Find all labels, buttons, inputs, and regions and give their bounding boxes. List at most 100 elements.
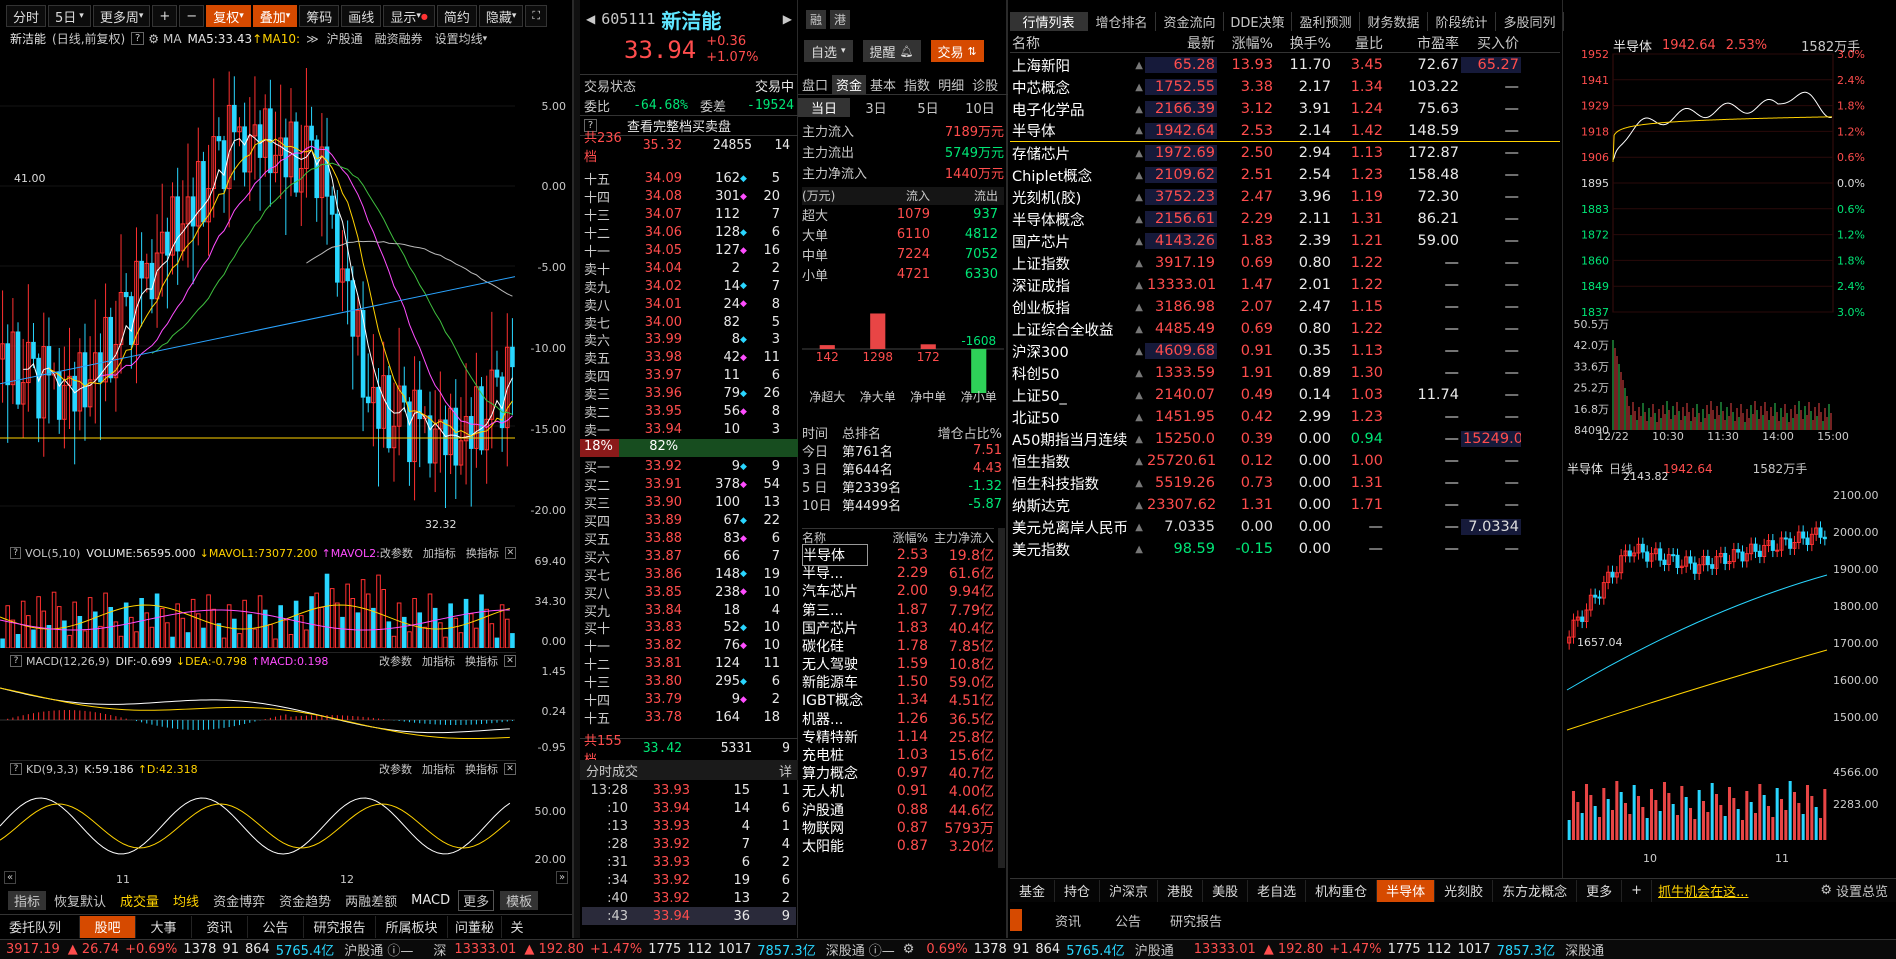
overlay-button[interactable]: 叠加 ▾ — [252, 5, 298, 27]
sector-head-cell[interactable]: 涨幅% — [868, 529, 928, 546]
hide-button[interactable]: 隐藏 ▾ — [478, 5, 524, 27]
expand-icon[interactable]: ≫ — [306, 32, 319, 46]
r-hgt-label[interactable]: 沪股通 — [1135, 940, 1174, 959]
market-row[interactable]: 国产芯片 ▲ 4143.26 1.83 2.39 1.21 59.00 — — [1010, 230, 1560, 252]
gear-icon[interactable]: ⚙ — [148, 32, 159, 46]
edit-params-link[interactable]: 改参数 — [379, 761, 412, 777]
zoom-in-button[interactable]: + — [152, 5, 178, 27]
bell-icon[interactable]: ▲ — [1135, 346, 1143, 357]
tab-detail[interactable]: 明细 — [934, 75, 968, 94]
bell-icon[interactable]: ▲ — [1135, 60, 1143, 71]
tab-index[interactable]: 指数 — [900, 75, 934, 94]
badge-gang[interactable]: 港 — [830, 10, 851, 29]
sz-index[interactable]: 13333.01 — [454, 942, 516, 957]
tab-r-research[interactable]: 研究报告 — [1158, 911, 1234, 930]
sh-index[interactable]: 3917.19 — [6, 942, 60, 957]
order-row[interactable]: 买十 33.83 52 ◆ 10 — [584, 619, 794, 637]
market-head-cell[interactable]: 买入价 — [1461, 33, 1521, 53]
bottom-tab[interactable]: + — [1622, 879, 1653, 902]
tab-guba[interactable]: 股吧 — [80, 915, 136, 938]
sector-row[interactable]: 太阳能 0.87 3.20亿 — [802, 837, 994, 855]
tab-fenshi[interactable]: 分时 — [6, 5, 47, 27]
market-tab[interactable]: 阶段统计 — [1428, 11, 1496, 31]
scroll-right-icon[interactable]: » — [556, 871, 569, 884]
tab-funds[interactable]: 资金 — [832, 75, 867, 94]
order-row[interactable]: 买七 33.86 148 ◆ 19 — [584, 565, 794, 584]
bell-icon[interactable]: ▲ — [1135, 302, 1143, 313]
sector-row[interactable]: 沪股通 0.88 44.6亿 — [802, 801, 994, 819]
market-row[interactable]: 美元兑离岸人民币 ▲ 7.0335 0.00 0.00— —7.0334 — [1010, 516, 1560, 538]
close-icon[interactable]: ✕ — [504, 763, 516, 775]
bottom-tab[interactable]: 基金 — [1010, 879, 1056, 902]
promo-link[interactable]: 抓牛机会在这... — [1658, 881, 1778, 900]
market-row[interactable]: 美元指数 ▲ 98.59 -0.15 0.00 — — — — [1010, 538, 1560, 560]
order-row[interactable]: 卖九 34.02 14 ◆ 7 — [584, 277, 794, 296]
tab-r-notice[interactable]: 公告 — [1098, 911, 1158, 930]
tab-r-news[interactable]: 资讯 — [1038, 911, 1098, 930]
tab-margin-diff[interactable]: 两融差额 — [339, 891, 403, 910]
market-tab[interactable]: 盈利预测 — [1292, 11, 1360, 31]
market-tab[interactable]: 资金流向 — [1156, 11, 1224, 31]
market-tab[interactable]: 行情列表 — [1010, 11, 1088, 31]
market-head-cell[interactable]: 市盈率 — [1385, 33, 1461, 53]
market-row[interactable]: 上证50_ ▲ 2140.07 0.49 0.14 1.03 11.74 — — [1010, 384, 1560, 406]
bell-icon[interactable]: ▲ — [1135, 104, 1143, 115]
market-head-cell[interactable]: 最新 — [1145, 33, 1217, 53]
display-button[interactable]: 显示 ▾ ● — [383, 5, 435, 27]
bell-icon[interactable]: ▲ — [1135, 324, 1143, 335]
simple-button[interactable]: 简约 — [436, 5, 477, 27]
bottom-tab[interactable]: 机构重仓 — [1306, 879, 1378, 902]
order-row[interactable]: 十二 33.81 124 11 — [584, 655, 794, 673]
market-tab[interactable]: 增仓排名 — [1088, 11, 1156, 31]
help-icon[interactable]: ⓘ— — [869, 940, 895, 959]
kd-chart[interactable] — [0, 778, 520, 873]
badge-rong[interactable]: 融 — [806, 10, 827, 29]
bell-icon[interactable]: ▲ — [1135, 500, 1143, 511]
bell-icon[interactable]: ▲ — [1135, 368, 1143, 379]
bell-icon[interactable]: ▲ — [1135, 478, 1143, 489]
bell-icon[interactable]: ▲ — [1135, 258, 1143, 269]
bottom-tab[interactable]: 港股 — [1158, 879, 1204, 902]
market-row[interactable]: 半导体概念 ▲ 2156.61 2.29 2.11 1.31 86.21 — — [1010, 208, 1560, 230]
sector-head-cell[interactable]: 主力净流入 — [928, 529, 994, 546]
help-icon[interactable]: ? — [10, 655, 22, 667]
tab-fund-trend[interactable]: 资金趋势 — [273, 891, 337, 910]
mini-daily-chart[interactable]: 2100.00 2000.00 1900.00 1800.00 1700.00 1600.… — [1563, 470, 1896, 880]
edit-params-link[interactable]: 改参数 — [380, 545, 413, 561]
market-row[interactable]: 上证指数 ▲ 3917.19 0.69 0.80 1.22 — — — [1010, 252, 1560, 274]
market-row[interactable]: 中芯概念 ▲ 1752.55 3.38 2.17 1.34 103.22 — — [1010, 76, 1560, 98]
add-indicator-link[interactable]: 加指标 — [423, 545, 456, 561]
bell-icon[interactable]: ▲ — [1135, 456, 1143, 467]
kline-chart[interactable] — [0, 48, 572, 548]
order-row[interactable]: 十五 34.09 162 ◆ 5 — [584, 170, 794, 188]
help-icon[interactable]: ⓘ— — [387, 940, 413, 959]
bell-icon[interactable]: ▲ — [1135, 434, 1143, 445]
tab-sectors[interactable]: 所属板块 — [376, 915, 448, 938]
macd-chart[interactable] — [0, 668, 520, 756]
period-5d[interactable]: 5日 — [902, 98, 954, 117]
tab-basic[interactable]: 基本 — [866, 75, 900, 94]
bottom-tab[interactable]: 东方龙概念 — [1493, 879, 1578, 902]
sector-row[interactable]: 机器... 1.26 36.5亿 — [802, 710, 994, 728]
help-icon[interactable]: ? — [131, 32, 145, 45]
fullscreen-icon[interactable]: ⛶ — [525, 5, 548, 27]
sector-row[interactable]: 汽车芯片 2.00 9.94亿 — [802, 582, 994, 600]
add-indicator-link[interactable]: 加指标 — [422, 761, 455, 777]
sector-row[interactable]: 国产芯片 1.83 40.4亿 — [802, 619, 994, 637]
r-sgt-label[interactable]: 深股通 — [1565, 940, 1604, 959]
order-row[interactable]: 十一 33.82 76 ◆ 10 — [584, 637, 794, 655]
help-icon[interactable]: ? — [10, 763, 22, 775]
sector-row[interactable]: 半导体 2.53 19.8亿 — [802, 543, 994, 566]
tab-pankou[interactable]: 盘口 — [798, 75, 832, 94]
tab-events[interactable]: 大事 — [136, 915, 192, 938]
alert-button[interactable]: 提醒 🔔︎ — [862, 40, 921, 62]
sector-row[interactable]: 物联网 0.87 5793万 — [802, 819, 994, 837]
market-row[interactable]: Chiplet概念 ▲ 2109.62 2.51 2.54 1.23 158.48 — — [1010, 164, 1560, 186]
market-row[interactable]: 创业板指 ▲ 3186.98 2.07 2.47 1.15 — — — [1010, 296, 1560, 318]
sector-scrollbar[interactable] — [998, 528, 1005, 868]
market-row[interactable]: 北证50 ▲ 1451.95 0.42 2.99 1.23 — — — [1010, 406, 1560, 428]
order-row[interactable]: 卖七 34.00 82 5 — [584, 313, 794, 332]
bell-icon[interactable]: ▲ — [1135, 82, 1143, 93]
tab-research[interactable]: 研究报告 — [304, 915, 376, 938]
bell-icon[interactable]: ▲ — [1135, 390, 1143, 401]
